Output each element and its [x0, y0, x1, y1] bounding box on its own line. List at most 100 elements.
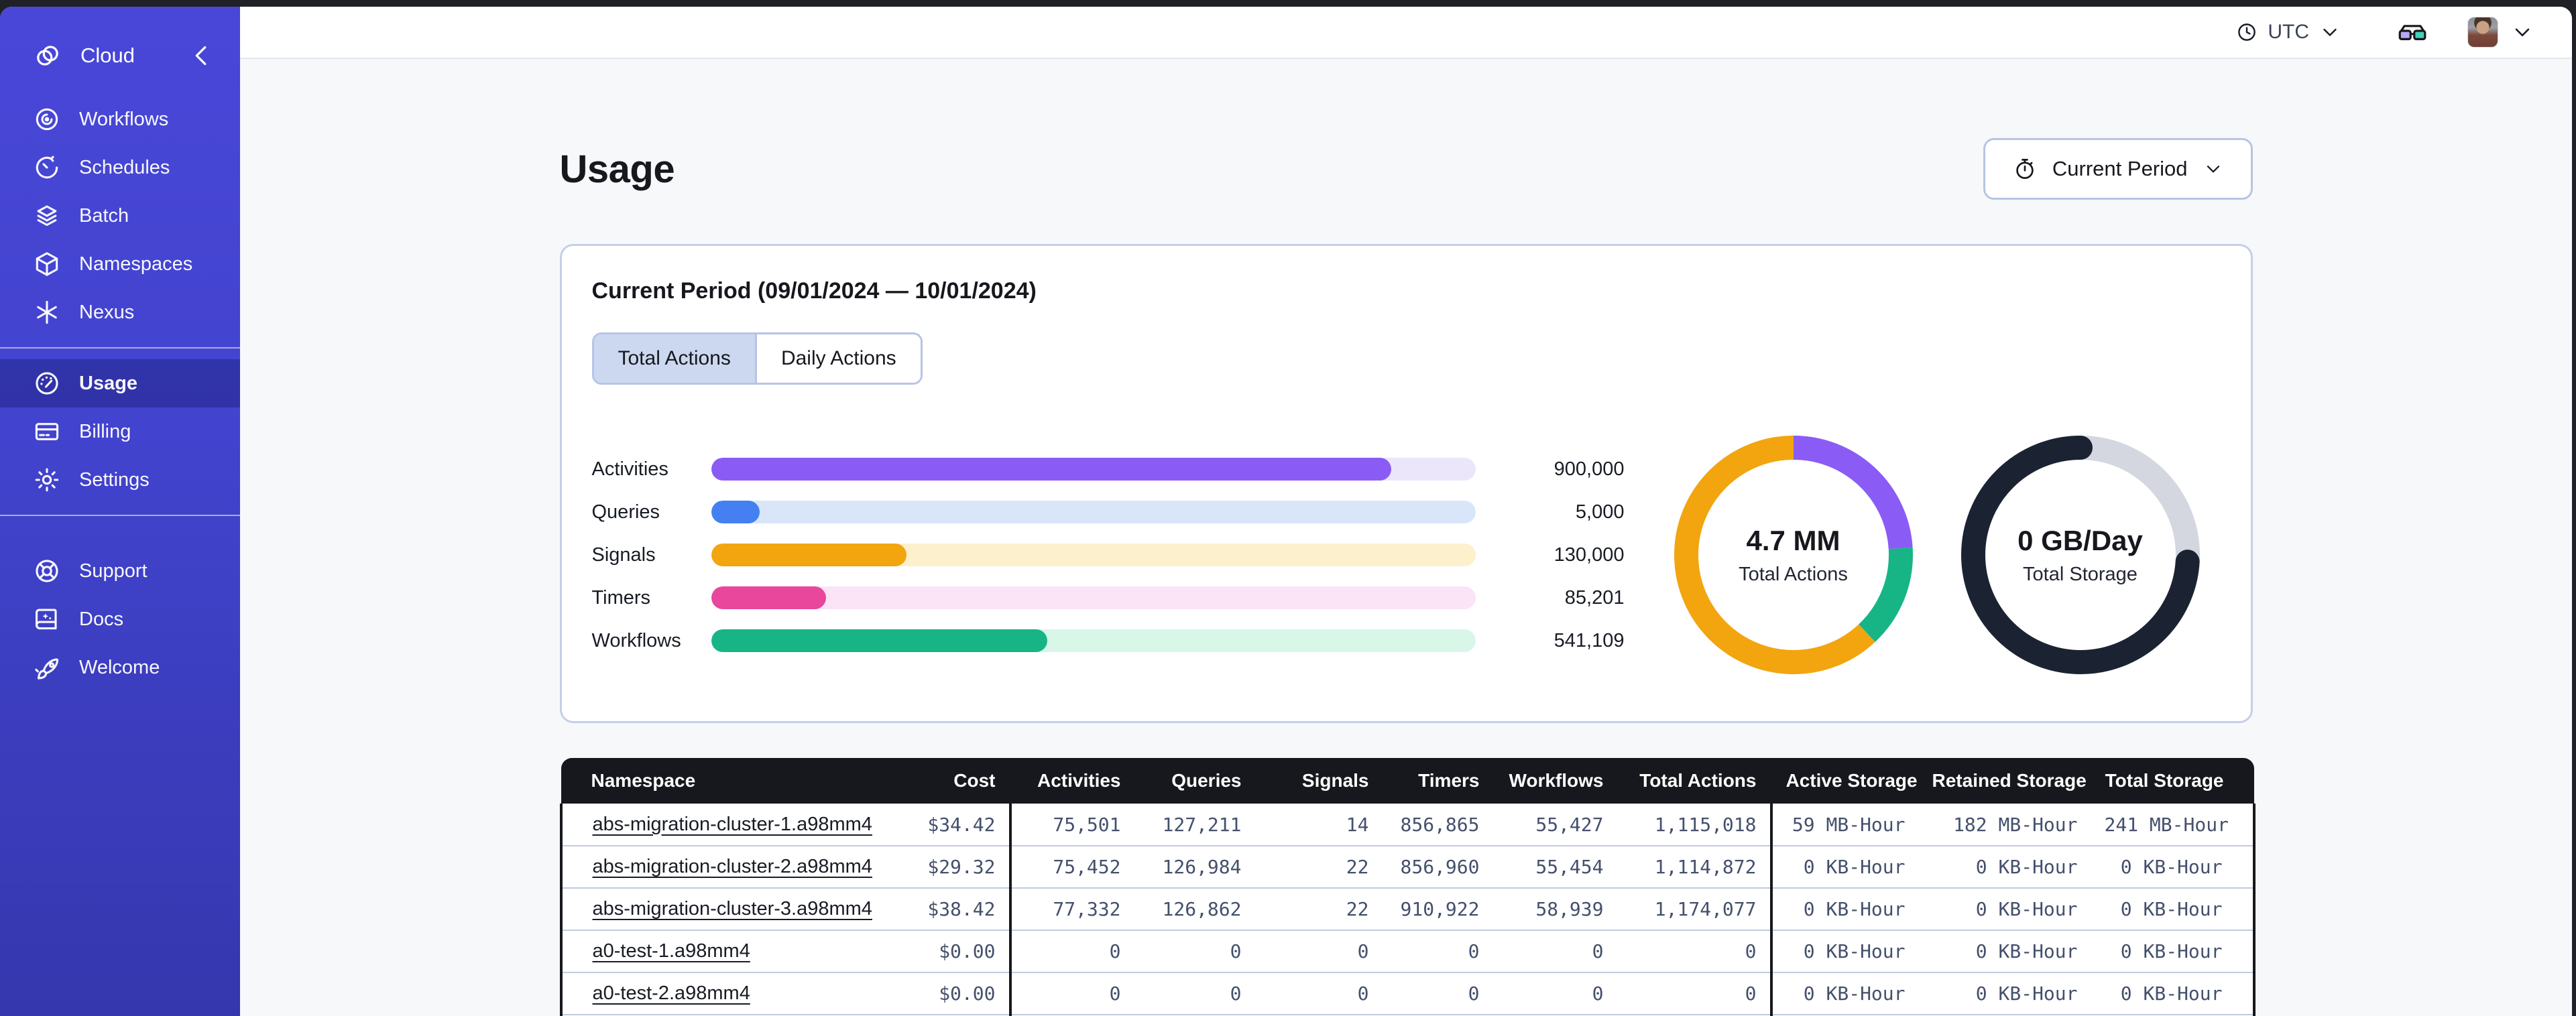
period-selector-button[interactable]: Current Period — [1983, 138, 2253, 200]
bar-fill — [711, 544, 907, 566]
cell: 0 KB-Hour — [2091, 930, 2256, 972]
bar-row-timers: Timers 85,201 — [592, 576, 1625, 619]
sidebar-item-label: Docs — [79, 608, 124, 630]
column-header-active-storage: Active Storage — [1769, 758, 1919, 804]
namespace-link[interactable]: abs-migration-cluster-1.a98mm4 — [593, 814, 872, 835]
account-menu-chevron-down-icon[interactable] — [2510, 20, 2534, 44]
bar-row-queries: Queries 5,000 — [592, 491, 1625, 533]
nexus-icon — [32, 298, 62, 327]
cell: $0.00 — [939, 940, 996, 962]
sidebar-item-label: Namespaces — [79, 253, 193, 275]
cell: 0 — [1745, 982, 1757, 1005]
card-title: Current Period (09/01/2024 — 10/01/2024) — [591, 278, 1037, 304]
namespace-link[interactable]: abs-migration-cluster-3.a98mm4 — [593, 898, 872, 919]
cell: 0 KB-Hour — [1769, 846, 1919, 888]
bar-row-workflows: Workflows 541,109 — [592, 619, 1625, 662]
donut-value: 0 GB/Day — [2017, 524, 2143, 556]
sidebar-item-welcome[interactable]: Welcome — [0, 643, 240, 692]
tab-daily-actions[interactable]: Daily Actions — [754, 334, 921, 383]
sidebar-item-label: Support — [79, 560, 148, 582]
sidebar-item-batch[interactable]: Batch — [0, 192, 240, 240]
column-header-namespace: Namespace — [561, 758, 910, 804]
cell: 241 MB-Hour — [2091, 804, 2256, 846]
bar-label: Timers — [591, 586, 651, 609]
bar-track — [711, 458, 1476, 481]
tab-total-actions[interactable]: Total Actions — [593, 334, 755, 383]
sidebar-item-label: Nexus — [79, 301, 135, 323]
cell: 1,115,018 — [1654, 813, 1757, 836]
sidebar-item-billing[interactable]: Billing — [0, 407, 240, 456]
table-row: abs-migration-cluster-3.a98mm4 $38.42 77,3… — [559, 888, 2256, 930]
welcome-icon — [32, 653, 62, 682]
donut-label: Total Actions — [1739, 563, 1848, 585]
sidebar-item-label: Billing — [79, 420, 131, 442]
bar-fill — [711, 586, 826, 609]
cell: 0 KB-Hour — [2091, 888, 2256, 930]
cell: 0 — [1357, 940, 1369, 962]
sidebar-item-docs[interactable]: Docs — [0, 595, 240, 643]
donut-total-actions: 4.7 MM Total Actions — [1662, 424, 1925, 686]
actions-bar-chart: Activities 900,000 Queries 5,000 Signals 130,… — [592, 448, 1625, 662]
cell: 58,939 — [1535, 898, 1604, 920]
sidebar-item-schedules[interactable]: Schedules — [0, 143, 240, 192]
column-header-queries: Queries — [1134, 758, 1255, 804]
cell: $34.42 — [927, 813, 996, 836]
sidebar-item-label: Usage — [79, 372, 138, 394]
column-header-workflows: Workflows — [1492, 758, 1617, 804]
sidebar-item-usage[interactable]: Usage — [0, 359, 240, 407]
stopwatch-icon — [2012, 156, 2038, 182]
namespace-link[interactable]: abs-migration-cluster-2.a98mm4 — [593, 856, 872, 877]
topbar: UTC — [240, 7, 2572, 59]
sidebar-item-support[interactable]: Support — [0, 547, 240, 595]
bar-value: 130,000 — [1554, 544, 1625, 566]
avatar[interactable] — [2467, 17, 2498, 48]
sidebar-item-label: Batch — [79, 204, 129, 227]
sidebar-item-workflows[interactable]: Workflows — [0, 95, 240, 143]
timezone-selector[interactable]: UTC — [2235, 21, 2341, 44]
workflows-icon — [32, 105, 62, 134]
cell: a0-test-2.a98mm4 — [559, 972, 910, 1015]
bar-label: Signals — [591, 544, 656, 566]
sidebar-item-namespaces[interactable]: Namespaces — [0, 240, 240, 288]
cell: 126,862 — [1162, 898, 1242, 920]
cell: 0 — [1468, 982, 1480, 1005]
cell: 182 MB-Hour — [1953, 813, 2078, 836]
glasses-icon[interactable] — [2396, 16, 2428, 48]
cell: 126,984 — [1162, 856, 1242, 878]
bar-value: 5,000 — [1575, 501, 1625, 523]
sidebar-item-label: Settings — [79, 468, 150, 491]
namespace-link[interactable]: a0-test-2.a98mm4 — [593, 982, 750, 1004]
table-row: a0-test-1.a98mm4 $0.00 0 0 0 0 0 0 0 KB-Hour 0 KB… — [559, 930, 2256, 972]
sidebar-item-settings[interactable]: Settings — [0, 456, 240, 504]
bar-fill — [711, 629, 1048, 652]
cell: 856,960 — [1400, 856, 1480, 878]
cell: 0 KB-Hour — [1975, 856, 2078, 878]
cell: 0 — [1357, 982, 1369, 1005]
bar-track — [711, 501, 1476, 523]
table-row: abs-migration-cluster-1.a98mm4 $34.42 75,5… — [559, 804, 2256, 846]
cell: 0 — [1230, 940, 1242, 962]
cell: $0.00 — [939, 982, 996, 1005]
cell: $29.32 — [927, 856, 996, 878]
column-header-activities: Activities — [1008, 758, 1134, 804]
cell: 0 KB-Hour — [2091, 846, 2256, 888]
timezone-label: UTC — [2268, 21, 2309, 43]
sidebar-divider — [0, 515, 240, 516]
page-title: Usage — [559, 147, 675, 191]
app-window: Cloud Workflows Schedules Batch Namespaces N… — [0, 7, 2572, 1016]
namespace-link[interactable]: a0-test-1.a98mm4 — [593, 940, 750, 962]
cell: a0-test-1.a98mm4 — [559, 930, 910, 972]
bar-value: 900,000 — [1554, 458, 1625, 480]
bar-label: Workflows — [591, 629, 681, 651]
sidebar-collapse-button[interactable] — [186, 40, 217, 71]
schedules-icon — [32, 153, 62, 182]
sidebar-item-nexus[interactable]: Nexus — [0, 288, 240, 336]
cell: 0 — [1008, 930, 1134, 972]
actions-tab-group: Total Actions Daily Actions — [591, 332, 923, 385]
cell: 1,174,077 — [1654, 898, 1757, 920]
cell: 0 — [1592, 982, 1604, 1005]
chevron-down-icon — [2203, 158, 2224, 180]
cell: 0 KB-Hour — [1975, 982, 2078, 1005]
column-header-retained-storage: Retained Storage — [1918, 758, 2091, 804]
